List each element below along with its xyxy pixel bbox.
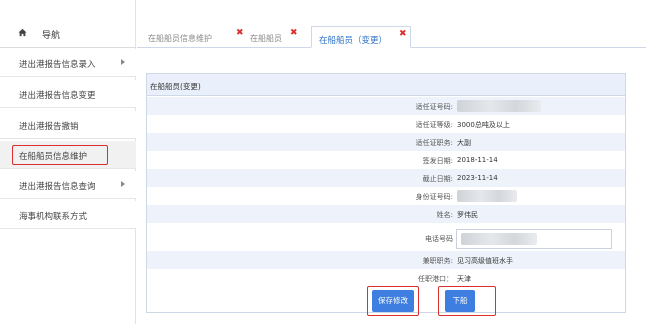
form-row: 适任证号码: xyxy=(147,97,625,115)
field-label: 身份证号码: xyxy=(415,193,453,201)
tab-crew-change[interactable]: 在船船员（变更） ✖ xyxy=(311,26,411,48)
phone-input[interactable] xyxy=(456,229,612,249)
field-value: 2018-11-14 xyxy=(457,156,498,164)
sidebar-item-label: 进出港报告信息查询 xyxy=(19,182,96,192)
field-value: 大副 xyxy=(457,139,471,147)
sidebar-item-label: 进出港报告信息变更 xyxy=(19,91,96,101)
tab-crew[interactable]: 在船船员 ✖ xyxy=(250,26,310,48)
field-value: 天津 xyxy=(457,275,471,283)
sidebar: 导航 进出港报告信息录入 进出港报告信息变更 进出港报告撤销 在船船员信息维护 … xyxy=(0,0,136,324)
sidebar-item-label: 海事机构联系方式 xyxy=(19,212,88,222)
sidebar-item-report-entry[interactable]: 进出港报告信息录入 xyxy=(0,49,136,77)
field-value: 2023-11-14 xyxy=(457,174,498,182)
form-row: 签发日期: 2018-11-14 xyxy=(147,151,625,169)
nav-title: 导航 xyxy=(42,31,61,41)
field-label: 适任证等级: xyxy=(415,121,453,129)
sidebar-item-report-cancel[interactable]: 进出港报告撤销 xyxy=(0,111,136,139)
sidebar-item-label: 在船船员信息维护 xyxy=(19,152,88,162)
form-row: 兼职职务: 见习高级值班水手 xyxy=(147,251,625,269)
field-value: 3000总吨及以上 xyxy=(457,121,510,129)
sidebar-item-crew-maintenance[interactable]: 在船船员信息维护 xyxy=(0,141,136,169)
panel-title: 在船船员(变更) xyxy=(147,74,625,96)
tab-label: 在船船员 xyxy=(250,34,282,43)
sidebar-item-contact[interactable]: 海事机构联系方式 xyxy=(0,201,136,229)
form-row: 截止日期: 2023-11-14 xyxy=(147,169,625,187)
form-row: 适任证等级: 3000总吨及以上 xyxy=(147,115,625,133)
sidebar-item-report-change[interactable]: 进出港报告信息变更 xyxy=(0,80,136,108)
chevron-right-icon xyxy=(121,181,125,187)
field-label: 适任证号码: xyxy=(415,103,453,111)
form-row: 适任证职务: 大副 xyxy=(147,133,625,151)
tab-label: 在船船员信息维护 xyxy=(148,34,212,43)
field-label: 兼职职务: xyxy=(422,257,453,265)
field-label: 适任证职务: xyxy=(415,139,453,147)
tab-crew-maintenance[interactable]: 在船船员信息维护 ✖ xyxy=(146,26,246,48)
sidebar-item-label: 进出港报告撤销 xyxy=(19,122,79,132)
form-row: 姓名: 罗伟民 xyxy=(147,205,625,223)
field-label: 截止日期: xyxy=(422,175,453,183)
home-icon xyxy=(18,28,27,37)
panel-title-text: 在船船员(变更) xyxy=(150,82,201,91)
save-button[interactable]: 保存修改 xyxy=(372,290,414,312)
redacted-value xyxy=(457,100,541,112)
form-row: 任职港口： 天津 xyxy=(147,269,625,287)
field-value: 罗伟民 xyxy=(457,211,478,219)
tab-bar: 在船船员信息维护 ✖ 在船船员 ✖ 在船船员（变更） ✖ xyxy=(137,20,646,48)
chevron-right-icon xyxy=(121,59,125,65)
tab-label: 在船船员（变更） xyxy=(319,36,388,46)
form-row: 电话号码 xyxy=(147,226,625,250)
sidebar-item-label: 进出港报告信息录入 xyxy=(19,60,96,70)
field-label: 签发日期: xyxy=(422,157,453,165)
field-value: 见习高级值班水手 xyxy=(457,257,513,265)
disembark-button[interactable]: 下船 xyxy=(445,290,475,312)
sidebar-item-report-query[interactable]: 进出港报告信息查询 xyxy=(0,171,136,199)
redacted-value xyxy=(461,233,537,245)
redacted-value xyxy=(457,190,517,202)
close-icon[interactable]: ✖ xyxy=(236,28,244,38)
close-icon[interactable]: ✖ xyxy=(399,29,407,39)
field-label: 任职港口： xyxy=(418,275,453,283)
close-icon[interactable]: ✖ xyxy=(290,28,298,38)
form-row: 身份证号码: xyxy=(147,187,625,205)
crew-form-panel: 在船船员(变更) 适任证号码: 适任证等级: 3000总吨及以上 适任证职务: … xyxy=(146,73,626,313)
field-label: 电话号码 xyxy=(425,235,453,243)
field-label: 姓名: xyxy=(436,211,453,219)
nav-header: 导航 xyxy=(0,20,136,48)
